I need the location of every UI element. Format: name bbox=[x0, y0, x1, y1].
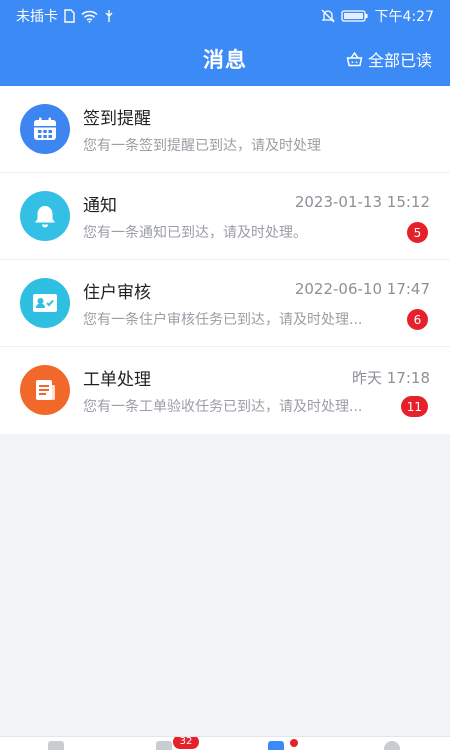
unread-badge: 11 bbox=[398, 394, 430, 419]
status-bar: 未插卡 下午4:27 bbox=[0, 0, 450, 32]
document-icon bbox=[20, 365, 70, 415]
usb-icon bbox=[104, 9, 114, 23]
mark-all-read-button[interactable]: 全部已读 bbox=[346, 32, 432, 86]
sim-card-icon bbox=[64, 9, 75, 23]
home-tab-icon[interactable] bbox=[48, 741, 64, 750]
message-time: 2022-06-10 17:47 bbox=[294, 280, 430, 298]
messages-tab-icon[interactable] bbox=[268, 741, 284, 750]
message-title: 住户审核 bbox=[83, 283, 151, 303]
carrier-label: 未插卡 bbox=[16, 9, 58, 25]
tasks-tab-icon[interactable] bbox=[156, 741, 172, 750]
message-time: 昨天 17:18 bbox=[352, 369, 430, 387]
message-item-work-order[interactable]: 工单处理 昨天 17:18 您有一条工单验收任务已到达，请及时处理... 11 bbox=[0, 347, 450, 434]
clock: 下午4:27 bbox=[374, 9, 434, 25]
basket-icon bbox=[346, 51, 363, 67]
wifi-icon bbox=[81, 10, 98, 23]
message-time: 2023-01-13 15:12 bbox=[294, 193, 430, 211]
app-header: 消息 全部已读 bbox=[0, 32, 450, 86]
tab-dot-badge bbox=[290, 739, 298, 747]
id-card-icon bbox=[20, 278, 70, 328]
mark-all-read-label: 全部已读 bbox=[367, 51, 432, 70]
profile-tab-icon[interactable] bbox=[384, 741, 400, 750]
message-preview: 您有一条住户审核任务已到达，请及时处理... bbox=[83, 312, 363, 328]
message-preview: 您有一条工单验收任务已到达，请及时处理... bbox=[83, 399, 363, 415]
message-title: 签到提醒 bbox=[83, 109, 151, 129]
battery-icon bbox=[340, 9, 369, 23]
message-list: 签到提醒 您有一条签到提醒已到达，请及时处理 通知 2023-01-13 15:… bbox=[0, 86, 450, 434]
message-item-resident-review[interactable]: 住户审核 2022-06-10 17:47 您有一条住户审核任务已到达，请及时处… bbox=[0, 260, 450, 347]
bottom-tab-bar: 32 bbox=[0, 736, 450, 750]
message-preview: 您有一条签到提醒已到达，请及时处理 bbox=[83, 138, 321, 154]
unread-badge: 5 bbox=[405, 220, 430, 245]
tab-unread-badge: 32 bbox=[173, 737, 199, 749]
message-preview: 您有一条通知已到达，请及时处理。 bbox=[83, 225, 307, 241]
message-title: 通知 bbox=[83, 196, 117, 216]
status-bar-left: 未插卡 bbox=[16, 6, 114, 26]
bell-off-icon bbox=[320, 9, 335, 23]
message-title: 工单处理 bbox=[83, 370, 151, 390]
bell-icon bbox=[20, 191, 70, 241]
status-bar-right: 下午4:27 bbox=[320, 6, 434, 26]
message-item-checkin[interactable]: 签到提醒 您有一条签到提醒已到达，请及时处理 bbox=[0, 86, 450, 173]
calendar-icon bbox=[20, 104, 70, 154]
unread-badge: 6 bbox=[405, 307, 430, 332]
message-item-notice[interactable]: 通知 2023-01-13 15:12 您有一条通知已到达，请及时处理。 5 bbox=[0, 173, 450, 260]
